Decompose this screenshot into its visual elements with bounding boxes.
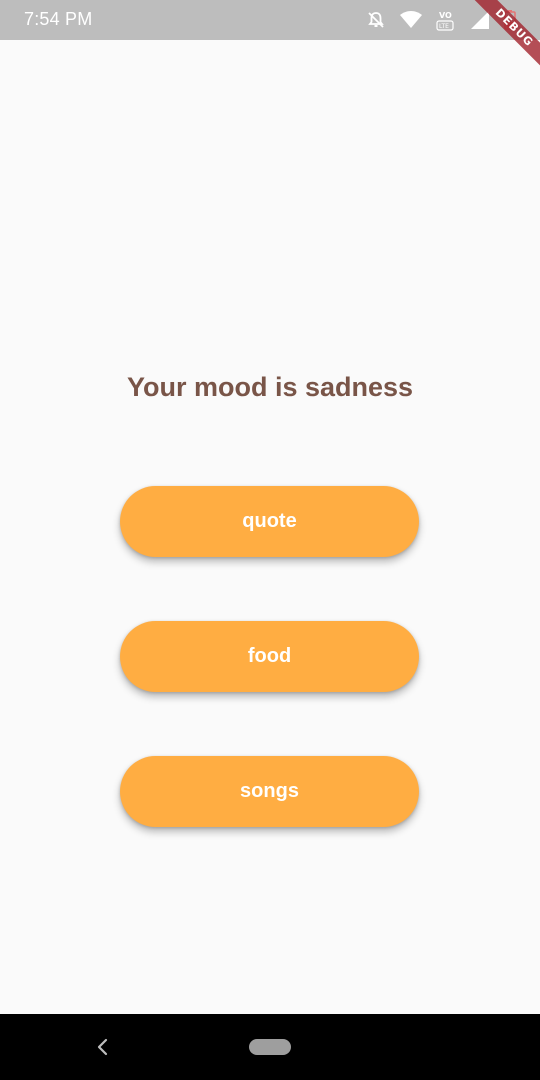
battery-icon [504, 10, 516, 30]
notifications-off-icon [366, 10, 386, 30]
food-button[interactable]: food [120, 621, 419, 692]
home-pill-icon[interactable] [249, 1039, 291, 1055]
status-time: 7:54 PM [24, 9, 93, 29]
volte-icon: VO LTE [436, 9, 456, 31]
mood-title: Your mood is sadness [126, 372, 414, 402]
back-icon[interactable] [92, 1036, 114, 1058]
wifi-icon [400, 11, 422, 29]
songs-button[interactable]: songs [120, 756, 419, 827]
signal-icon [470, 10, 490, 30]
status-bar: 7:54 PM VO LTE [0, 0, 540, 40]
screen: 7:54 PM VO LTE DEBUG Your mood is sadnes… [0, 0, 540, 1080]
svg-text:LTE: LTE [439, 23, 449, 30]
status-icons: VO LTE [366, 8, 516, 32]
svg-text:VO: VO [439, 11, 452, 20]
navigation-bar [0, 1014, 540, 1080]
quote-button[interactable]: quote [120, 486, 419, 557]
